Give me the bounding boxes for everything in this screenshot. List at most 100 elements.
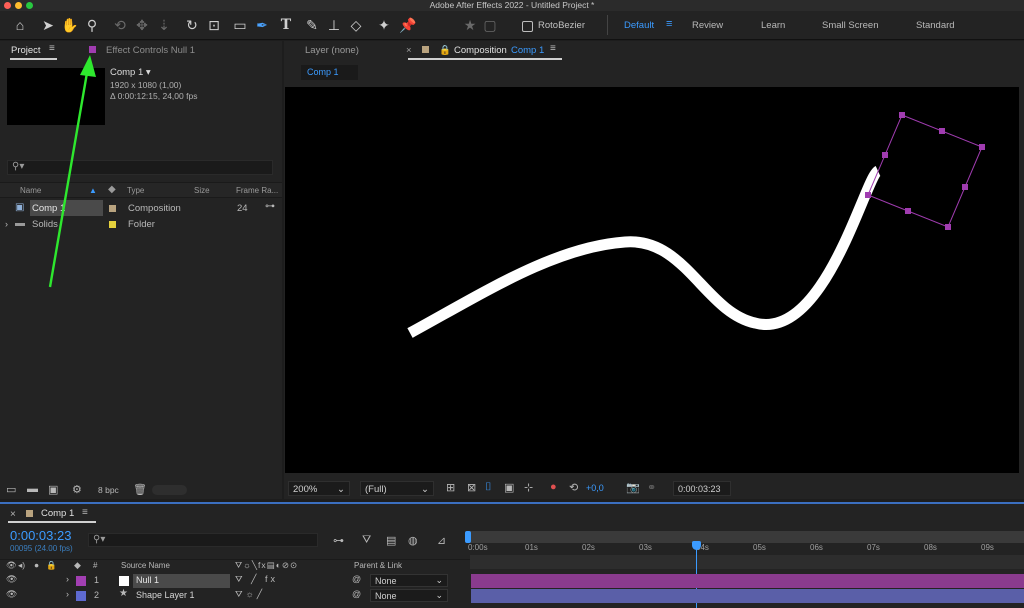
thumbnail-slider[interactable] <box>152 485 187 495</box>
pen-tool-icon[interactable]: ✒ <box>252 15 272 35</box>
comp-info-name[interactable]: Comp 1 ▾ <box>110 67 151 78</box>
layer-name[interactable]: Null 1 <box>136 575 159 585</box>
graph-editor-icon[interactable]: ⊿ <box>437 534 446 547</box>
snap-square-icon[interactable]: ▢ <box>480 15 500 35</box>
lock-icon[interactable]: 🔒 <box>439 45 451 56</box>
rotation-tool-icon[interactable]: ↻ <box>182 15 202 35</box>
expand-chevron-icon[interactable]: › <box>66 589 69 599</box>
layer-name[interactable]: Shape Layer 1 <box>136 590 195 600</box>
expand-chevron-icon[interactable]: › <box>66 574 69 584</box>
flowchart-icon[interactable]: ⊶ <box>265 201 275 212</box>
composition-tab-name[interactable]: Comp 1 <box>511 45 544 56</box>
pan-camera-icon[interactable]: ✥ <box>132 15 152 35</box>
home-icon[interactable]: ⌂ <box>10 15 30 35</box>
video-eye-icon[interactable]: 👁 <box>6 574 17 585</box>
show-snapshot-icon[interactable]: ⚭ <box>647 481 656 494</box>
snapshot-icon[interactable]: 📷 <box>626 481 640 494</box>
current-time[interactable]: 0:00:03:23 <box>10 528 71 543</box>
zoom-select[interactable]: 200% ⌄ <box>288 481 350 496</box>
close-tab-icon[interactable]: × <box>406 45 412 56</box>
selection-tool-icon[interactable]: ➤ <box>38 15 58 35</box>
column-frame-rate[interactable]: Frame Ra... <box>236 186 278 195</box>
exposure-value[interactable]: +0,0 <box>586 483 604 493</box>
rectangle-tool-icon[interactable]: ▭ <box>230 15 250 35</box>
workspace-small-screen[interactable]: Small Screen <box>822 20 879 31</box>
transparency-grid-icon[interactable]: ⊠ <box>467 481 476 494</box>
orbit-camera-icon[interactable]: ⟲ <box>110 15 130 35</box>
new-folder-icon[interactable]: ▬ <box>27 483 38 495</box>
pick-whip-icon[interactable]: @ <box>352 574 361 584</box>
workspace-menu-icon[interactable]: ≡ <box>666 18 672 30</box>
zoom-tool-icon[interactable]: ⚲ <box>82 15 102 35</box>
eraser-tool-icon[interactable]: ◇ <box>346 15 366 35</box>
roto-brush-tool-icon[interactable]: ✦ <box>374 15 394 35</box>
video-eye-icon[interactable]: 👁 <box>6 560 17 571</box>
hide-shy-layers-icon[interactable]: ▤ <box>386 534 396 547</box>
time-ruler[interactable] <box>470 555 1024 569</box>
composition-mini-flowchart-icon[interactable]: ⊶ <box>333 534 344 547</box>
layer-row-null-1[interactable]: 👁 › 1 Null 1 ⛛ ╱ fx @ None ⌄ <box>0 573 470 588</box>
layer-bar-null-1[interactable] <box>471 574 1024 588</box>
bpc-label[interactable]: 8 bpc <box>98 485 119 495</box>
puppet-pin-tool-icon[interactable]: 📌 <box>398 15 418 35</box>
composition-menu-icon[interactable]: ≡ <box>550 43 556 54</box>
layer-row-shape-layer-1[interactable]: 👁 › 2 ★ Shape Layer 1 ⛛☼╱ @ None ⌄ <box>0 588 470 603</box>
comp-breadcrumb[interactable]: Comp 1 <box>301 65 358 80</box>
project-menu-icon[interactable]: ≡ <box>49 43 55 54</box>
label-color-swatch[interactable] <box>76 576 86 586</box>
draft-3d-icon[interactable]: ⛛ <box>362 534 371 547</box>
channel-icon[interactable]: ● <box>550 481 557 493</box>
layer-switches[interactable]: ⛛☼╱ <box>235 589 265 600</box>
layer-switches[interactable]: ⛛ ╱ fx <box>235 574 278 585</box>
project-settings-icon[interactable]: ⚙ <box>72 483 82 496</box>
lock-icon[interactable]: 🔒 <box>46 560 57 571</box>
label-color-swatch[interactable] <box>109 205 116 212</box>
column-name[interactable]: Name <box>20 186 41 195</box>
fast-previews-icon[interactable]: ⊞ <box>446 481 455 494</box>
column-type[interactable]: Type <box>127 186 144 195</box>
column-number[interactable]: # <box>93 561 97 570</box>
region-of-interest-icon[interactable]: ▣ <box>504 481 514 494</box>
current-time-display[interactable]: 0:00:03:23 <box>673 481 731 496</box>
timeline-tab[interactable]: Comp 1 <box>41 508 74 519</box>
current-time-indicator-head[interactable] <box>692 541 701 550</box>
workspace-default[interactable]: Default <box>624 20 654 31</box>
solo-icon[interactable]: ● <box>34 560 39 570</box>
column-parent-link[interactable]: Parent & Link <box>354 561 402 570</box>
rotobezier-checkbox[interactable] <box>522 21 533 32</box>
composition-viewer[interactable] <box>285 87 1019 473</box>
expand-chevron-icon[interactable]: › <box>5 219 8 229</box>
composition-tab-prefix[interactable]: Composition <box>454 45 507 56</box>
timeline-search-input[interactable]: ⚲▾ <box>88 533 318 547</box>
hand-tool-icon[interactable]: ✋ <box>60 15 80 35</box>
resolution-select[interactable]: (Full) ⌄ <box>360 481 434 496</box>
close-tab-icon[interactable]: × <box>10 509 16 520</box>
layer-bar-shape-layer-1[interactable] <box>471 589 1024 603</box>
label-color-swatch[interactable] <box>109 221 116 228</box>
star-icon[interactable]: ★ <box>460 15 480 35</box>
clone-stamp-tool-icon[interactable]: ⊥ <box>324 15 344 35</box>
new-composition-icon[interactable]: ▣ <box>48 483 58 496</box>
frame-blending-icon[interactable]: ◍ <box>408 534 418 547</box>
brush-tool-icon[interactable]: ✎ <box>302 15 322 35</box>
workspace-learn[interactable]: Learn <box>761 20 785 31</box>
dolly-camera-icon[interactable]: ⇣ <box>154 15 174 35</box>
timeline-menu-icon[interactable]: ≡ <box>82 507 88 518</box>
layer-tab[interactable]: Layer (none) <box>305 45 359 56</box>
column-size[interactable]: Size <box>194 186 210 195</box>
video-eye-icon[interactable]: 👁 <box>6 589 17 600</box>
workspace-standard[interactable]: Standard <box>916 20 955 31</box>
trash-icon[interactable]: 🗑 <box>133 483 147 496</box>
reset-exposure-icon[interactable]: ⟲ <box>569 481 578 494</box>
effect-controls-tab[interactable]: Effect Controls Null 1 <box>106 45 195 56</box>
mask-visibility-icon[interactable]: ⌷ <box>485 481 492 494</box>
parent-select[interactable]: None ⌄ <box>370 574 448 587</box>
parent-select[interactable]: None ⌄ <box>370 589 448 602</box>
interpret-footage-icon[interactable]: ▭ <box>6 483 16 496</box>
audio-icon[interactable]: ◂) <box>18 560 25 571</box>
pick-whip-icon[interactable]: @ <box>352 589 361 599</box>
layer-switches-header-icons[interactable]: ⛛☼╲fx▤◐⊘⊙ <box>235 560 298 571</box>
type-tool-icon[interactable]: T <box>276 15 296 35</box>
pan-behind-tool-icon[interactable]: ⊡ <box>204 15 224 35</box>
column-source-name[interactable]: Source Name <box>121 561 170 570</box>
